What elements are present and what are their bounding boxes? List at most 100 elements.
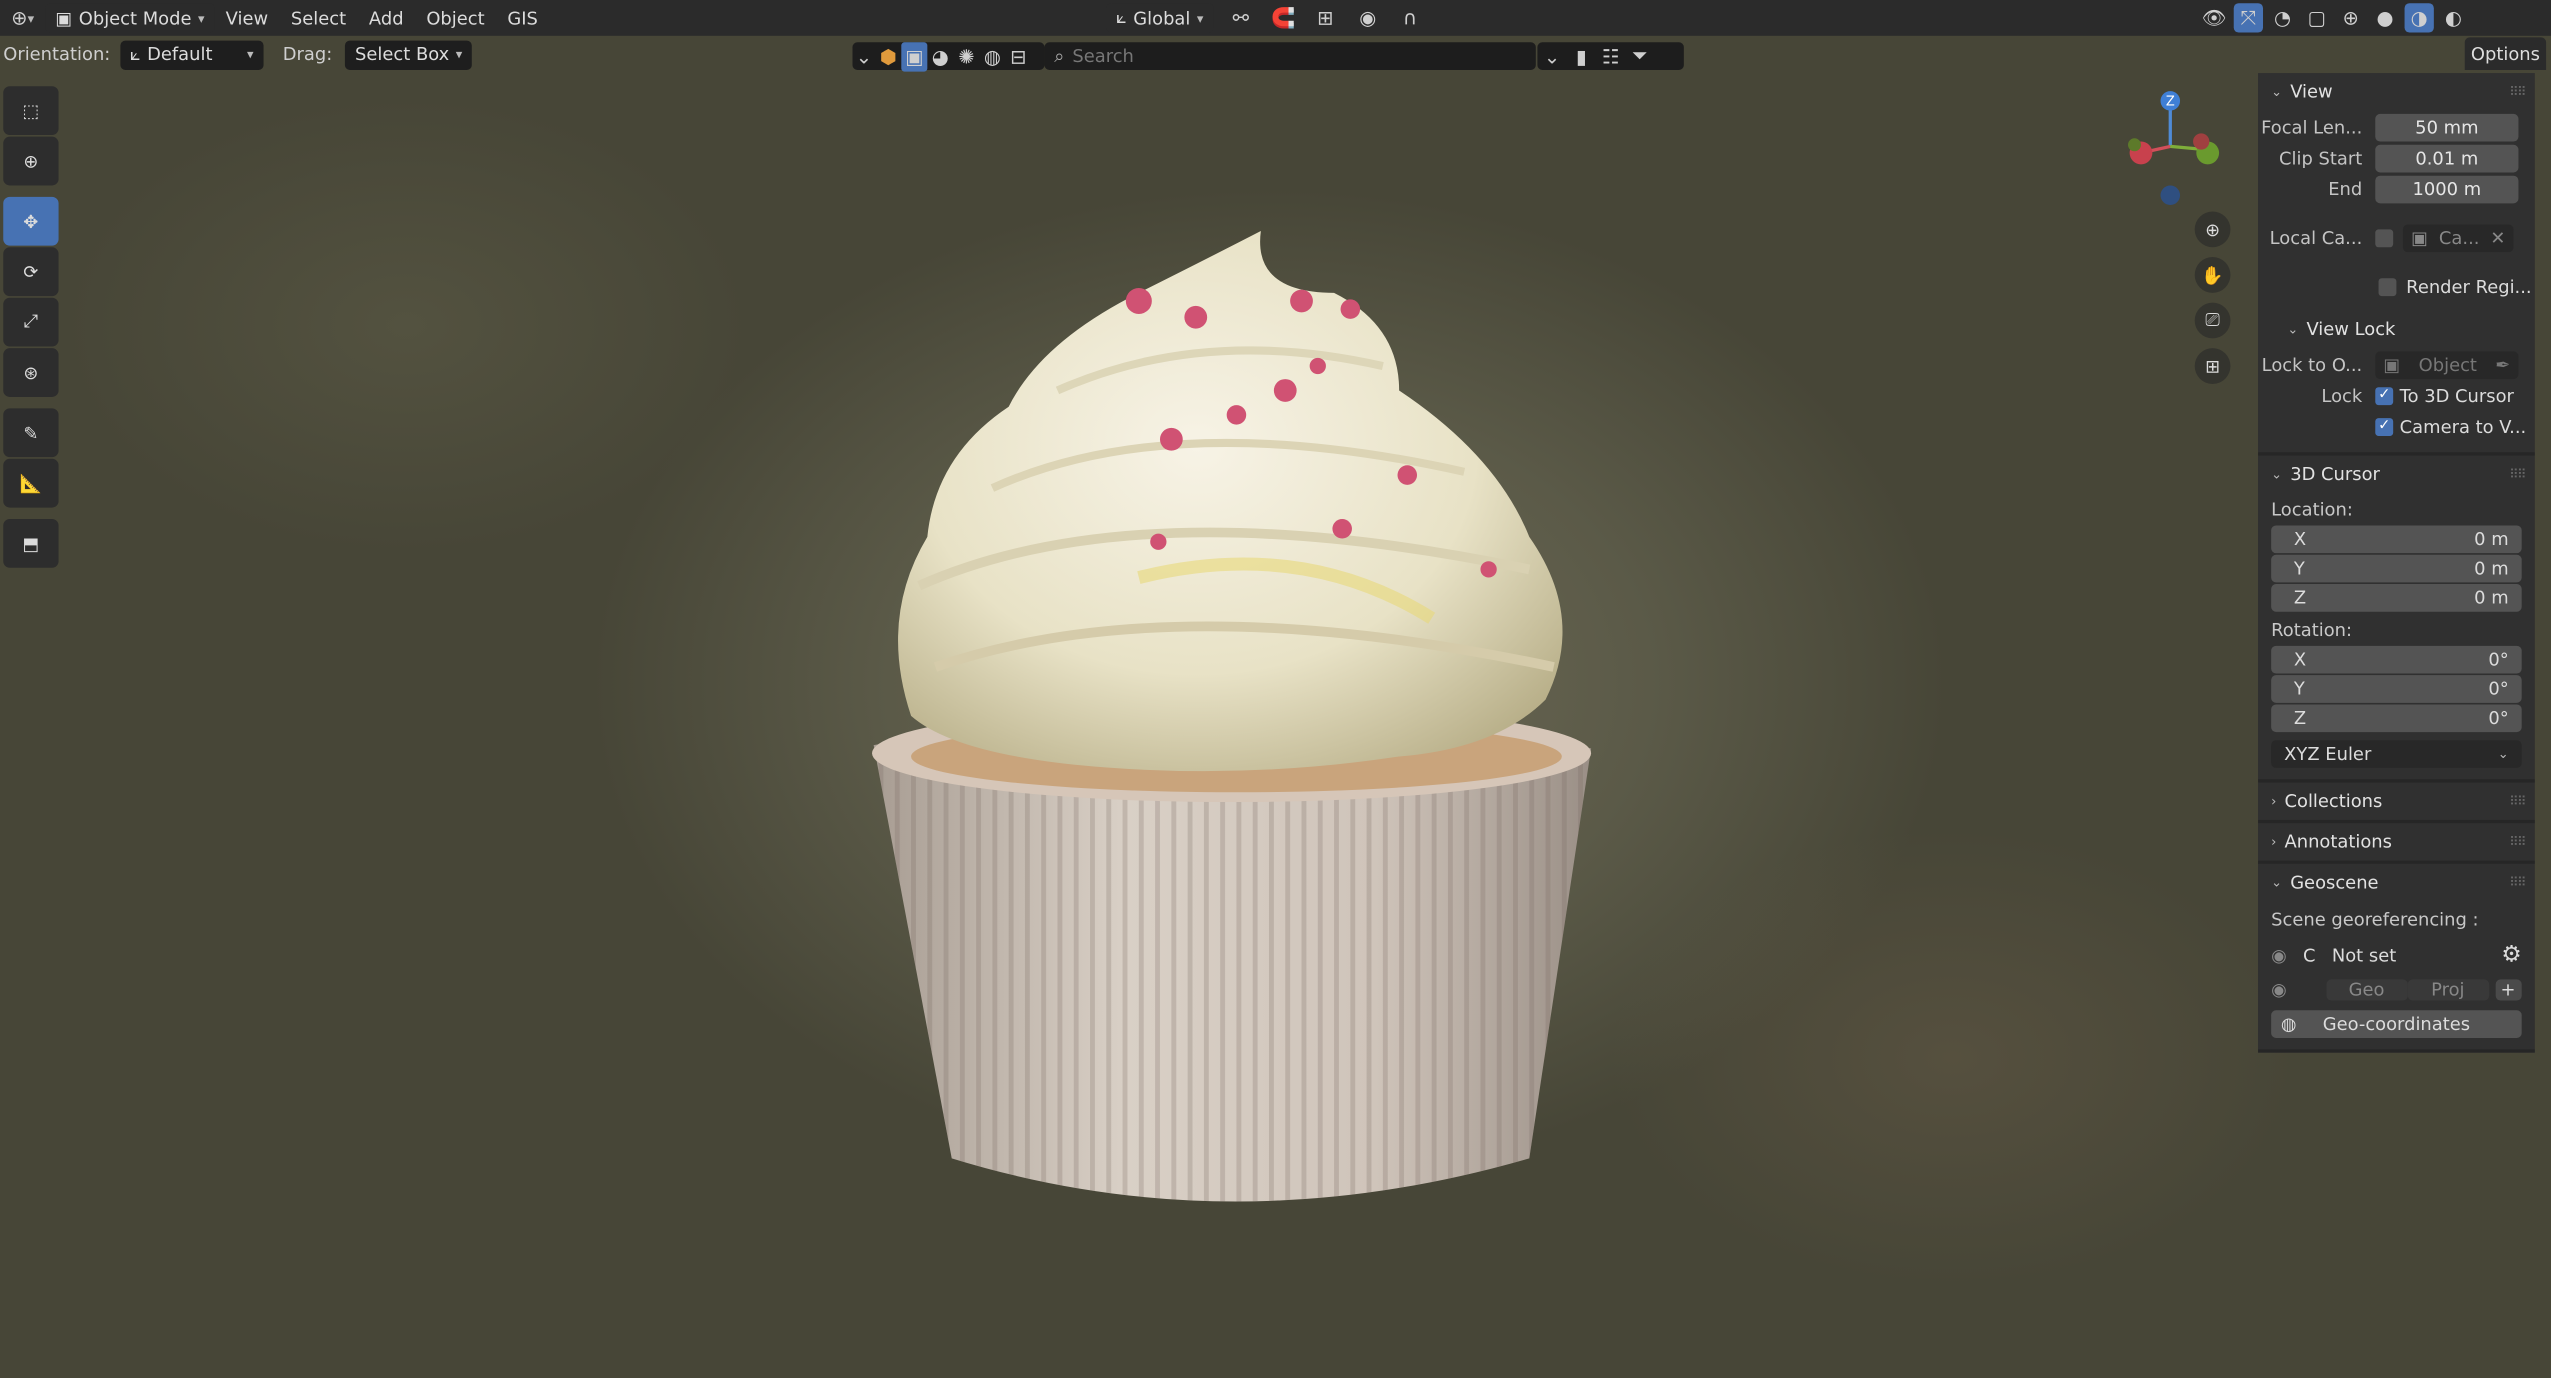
rotation-mode-dropdown[interactable]: XYZ Euler ⌄ — [2271, 740, 2522, 768]
transform-orientation-dropdown[interactable]: ⟀ Global ▾ — [1106, 3, 1214, 33]
clip-end-field[interactable]: 1000 m — [2375, 174, 2519, 203]
local-camera-field[interactable]: ▣ Ca... ✕ — [2402, 223, 2514, 252]
drag-value: Select Box — [355, 43, 450, 66]
geo-coordinates-button[interactable]: ◍ Geo-coordinates — [2271, 1010, 2522, 1038]
neg-z-axis-handle[interactable] — [2160, 185, 2181, 205]
move-tool[interactable]: ✥ — [3, 196, 59, 246]
lock-label: Lock — [2321, 384, 2363, 406]
axis-label: Z — [2293, 707, 2307, 729]
drag-grip-icon[interactable]: ⠿⠿ — [2509, 835, 2526, 850]
focal-length-field[interactable]: 50 mm — [2375, 113, 2519, 141]
3d-cursor-title: 3D Cursor — [2290, 463, 2380, 485]
cursor-location-x[interactable]: X 0 m — [2271, 525, 2522, 554]
measure-tool[interactable]: 📐 — [3, 458, 59, 508]
overlay-icon[interactable]: ◔ — [2268, 3, 2297, 32]
navigation-gizmo[interactable]: Z — [2121, 85, 2225, 209]
3d-cursor-header[interactable]: ⌄ 3D Cursor ⠿⠿ — [2258, 456, 2535, 493]
axis-value: 0 m — [2474, 558, 2509, 580]
clip-start-field[interactable]: 0.01 m — [2375, 143, 2519, 172]
menu-gis[interactable]: GIS — [496, 2, 549, 35]
menu-select[interactable]: Select — [280, 2, 358, 35]
pan-button[interactable]: ✋ — [2194, 257, 2231, 293]
move-icon: ✥ — [23, 210, 39, 232]
menu-view[interactable]: View — [214, 2, 279, 35]
cursor-rotation-x[interactable]: X 0° — [2271, 645, 2522, 674]
add-cube-tool[interactable]: ⬒ — [3, 518, 59, 568]
annotate-tool[interactable]: ✎ — [3, 408, 59, 458]
visibility-icon[interactable]: 👁 — [2200, 3, 2229, 32]
wireframe-shading-icon[interactable]: ⊕ — [2336, 3, 2365, 32]
ortho-toggle-button[interactable]: ⊞ — [2194, 348, 2231, 384]
collections-header[interactable]: › Collections ⠿⠿ — [2258, 783, 2535, 820]
globe-icon: ◍ — [2280, 1013, 2297, 1035]
orientation-dropdown[interactable]: ⟀ Default ▾ — [120, 39, 264, 70]
select-box-tool[interactable]: ⬚ — [3, 86, 59, 136]
focal-length-label: Focal Len... — [2261, 116, 2363, 138]
scale-icon: ⤢ — [23, 310, 39, 332]
geoscene-header[interactable]: ⌄ Geoscene ⠿⠿ — [2258, 864, 2535, 901]
snap-target-icon[interactable]: ⊞ — [1311, 3, 1340, 32]
camera-to-view-label: Camera to V... — [2399, 415, 2527, 437]
cursor-location-y[interactable]: Y 0 m — [2271, 554, 2522, 583]
chevron-down-icon: ⌄ — [2271, 466, 2283, 482]
geo-button[interactable]: Geo — [2325, 978, 2408, 1000]
transform-tool[interactable]: ⊛ — [3, 348, 59, 397]
scale-tool[interactable]: ⤢ — [3, 297, 59, 347]
local-camera-value: Ca... — [2438, 226, 2480, 249]
local-camera-checkbox[interactable] — [2375, 228, 2394, 247]
menu-object[interactable]: Object — [415, 2, 496, 35]
drag-grip-icon[interactable]: ⠿⠿ — [2509, 794, 2526, 809]
neg-y-axis-handle[interactable] — [2193, 133, 2210, 150]
add-plus-icon[interactable]: + — [2495, 978, 2522, 1000]
drag-label: Drag: — [282, 43, 333, 66]
neg-x-axis-handle[interactable] — [2127, 138, 2142, 152]
collections-title: Collections — [2284, 790, 2383, 812]
orientation-value: Default — [147, 43, 213, 66]
rendered-shading-icon[interactable]: ◐ — [2439, 3, 2468, 32]
menu-add[interactable]: Add — [358, 2, 415, 35]
zoom-button[interactable]: ⊕ — [2194, 211, 2231, 248]
gizmo-toggle-icon[interactable]: ⤧ — [2233, 3, 2264, 33]
editor-type-icon[interactable]: ⊕ ▾ — [0, 3, 46, 32]
cursor-tool[interactable]: ⊕ — [3, 136, 59, 186]
tool-shelf: ⬚ ⊕ ✥ ⟳ ⤢ ⊛ ✎ 📐 ⬒ — [3, 86, 62, 569]
to-3d-cursor-checkbox[interactable]: ✓ — [2375, 386, 2394, 405]
pivot-point-icon[interactable]: ⚯ — [1226, 3, 1255, 32]
proportional-edit-icon[interactable]: ◉ — [1353, 3, 1382, 32]
options-tab[interactable]: Options — [2464, 37, 2547, 70]
axis-value: 0° — [2488, 649, 2509, 671]
axis-label: Z — [2293, 587, 2307, 609]
mode-dropdown[interactable]: ▣ Object Mode ▾ — [45, 3, 215, 33]
cursor-location-z[interactable]: Z 0 m — [2271, 584, 2522, 612]
to-3d-cursor-label: To 3D Cursor — [2399, 384, 2514, 406]
xray-icon[interactable]: ▢ — [2302, 3, 2331, 32]
drag-grip-icon[interactable]: ⠿⠿ — [2509, 467, 2526, 482]
material-shading-icon[interactable]: ◑ — [2404, 3, 2434, 33]
drag-grip-icon[interactable]: ⠿⠿ — [2509, 875, 2526, 890]
chevron-right-icon: › — [2271, 793, 2277, 809]
rotation-label: Rotation: — [2271, 619, 2353, 641]
drag-dropdown[interactable]: Select Box ▾ — [345, 39, 473, 70]
cursor-rotation-z[interactable]: Z 0° — [2271, 704, 2522, 733]
settings-gear-icon[interactable]: ⚙ — [2501, 942, 2521, 968]
lock-to-object-field[interactable]: ▣ Object ✒ — [2375, 350, 2519, 379]
camera-to-view-checkbox[interactable]: ✓ — [2375, 417, 2394, 436]
cursor-rotation-y[interactable]: Y 0° — [2271, 675, 2522, 703]
view-lock-header[interactable]: ⌄ View Lock — [2258, 311, 2535, 348]
add-cube-icon: ⬒ — [22, 532, 40, 554]
viewport-header: ⊕ ▾ ▣ Object Mode ▾ View Select Add Objec… — [0, 0, 2551, 36]
drag-grip-icon[interactable]: ⠿⠿ — [2509, 85, 2526, 100]
annotations-header[interactable]: › Annotations ⠿⠿ — [2258, 823, 2535, 860]
axis-label: X — [2293, 649, 2307, 671]
camera-view-button[interactable]: ⎚ — [2194, 302, 2231, 339]
rotate-tool[interactable]: ⟳ — [3, 247, 59, 297]
proj-button[interactable]: Proj — [2407, 978, 2489, 1000]
chevron-down-icon: ▾ — [197, 10, 205, 26]
view-section-header[interactable]: ⌄ View ⠿⠿ — [2258, 73, 2535, 110]
render-region-checkbox[interactable] — [2378, 277, 2397, 296]
eyedropper-icon[interactable]: ✒ — [2495, 354, 2510, 375]
snap-icon[interactable]: 🧲 — [1268, 3, 1297, 32]
clear-x-icon[interactable]: ✕ — [2490, 227, 2505, 248]
solid-shading-icon[interactable]: ● — [2370, 3, 2399, 32]
falloff-curve-icon[interactable]: ∩ — [1395, 3, 1424, 32]
